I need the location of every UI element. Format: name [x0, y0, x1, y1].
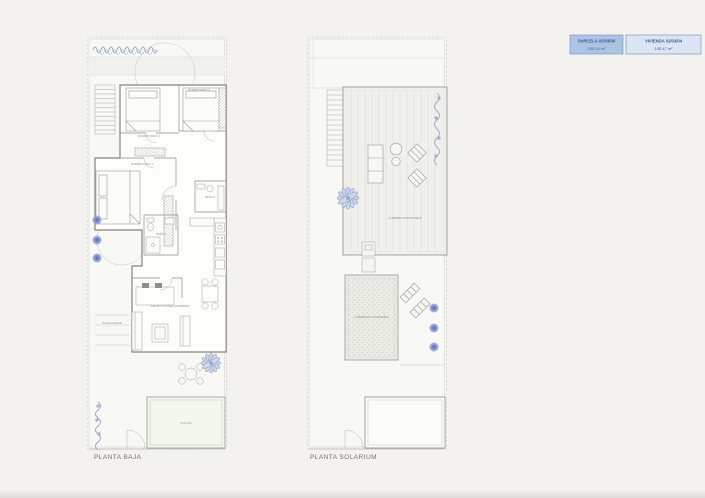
label-dormitorio3: DORMITORIO 3: [188, 88, 210, 92]
vivienda-label: VIVIENDA 02/03/04: [645, 39, 683, 44]
page-edge-shadow: [0, 491, 705, 498]
vivienda-area: 105.47 m²: [654, 46, 673, 51]
pool: PISCINA: [146, 396, 226, 449]
parcela-area: 200.14 m²: [587, 46, 606, 51]
planta-baja-plan: PISCINA DORMITORIO 2 DORMITORIO 3 DORMIT…: [86, 36, 227, 450]
outdoor-sofa: [367, 144, 384, 184]
label-dormitorio1: DORMITORIO 1: [131, 162, 153, 166]
label-transitable: CUBIERTA TRANSITABLE: [388, 216, 421, 220]
title-block: PARCELA 02/03/04 200.14 m² VIVIENDA 02/0…: [569, 34, 702, 55]
planta-baja-title: PLANTA BAJA: [94, 454, 142, 461]
shrub-dots: [92, 215, 102, 263]
shrub-dots: [429, 303, 439, 352]
roof-deck: [342, 86, 448, 256]
parcela-box: PARCELA 02/03/04 200.14 m²: [569, 34, 624, 55]
label-no-transitable: CUBIERTA NO TRANSITABLE: [354, 316, 389, 319]
label-salon: SALÓN COCINA COMEDOR: [150, 303, 190, 308]
parcela-label: PARCELA 02/03/04: [578, 39, 616, 44]
label-dormitorio2: DORMITORIO 2: [138, 134, 160, 138]
drawing-sheet: PARCELA 02/03/04 200.14 m² VIVIENDA 02/0…: [0, 0, 705, 498]
pool-label: PISCINA: [180, 421, 191, 425]
vivienda-box: VIVIENDA 02/03/04 105.47 m²: [625, 34, 702, 55]
walkway-band: [89, 57, 225, 75]
planta-solarium-plan: CUBIERTA TRANSITABLE CUBIERTA NO TRANSIT…: [306, 36, 448, 450]
label-garaje: PLAZA GARAJE: [102, 321, 121, 325]
planta-solarium-title: PLANTA SOLARIUM: [310, 454, 377, 461]
pool-outline: [364, 396, 446, 449]
